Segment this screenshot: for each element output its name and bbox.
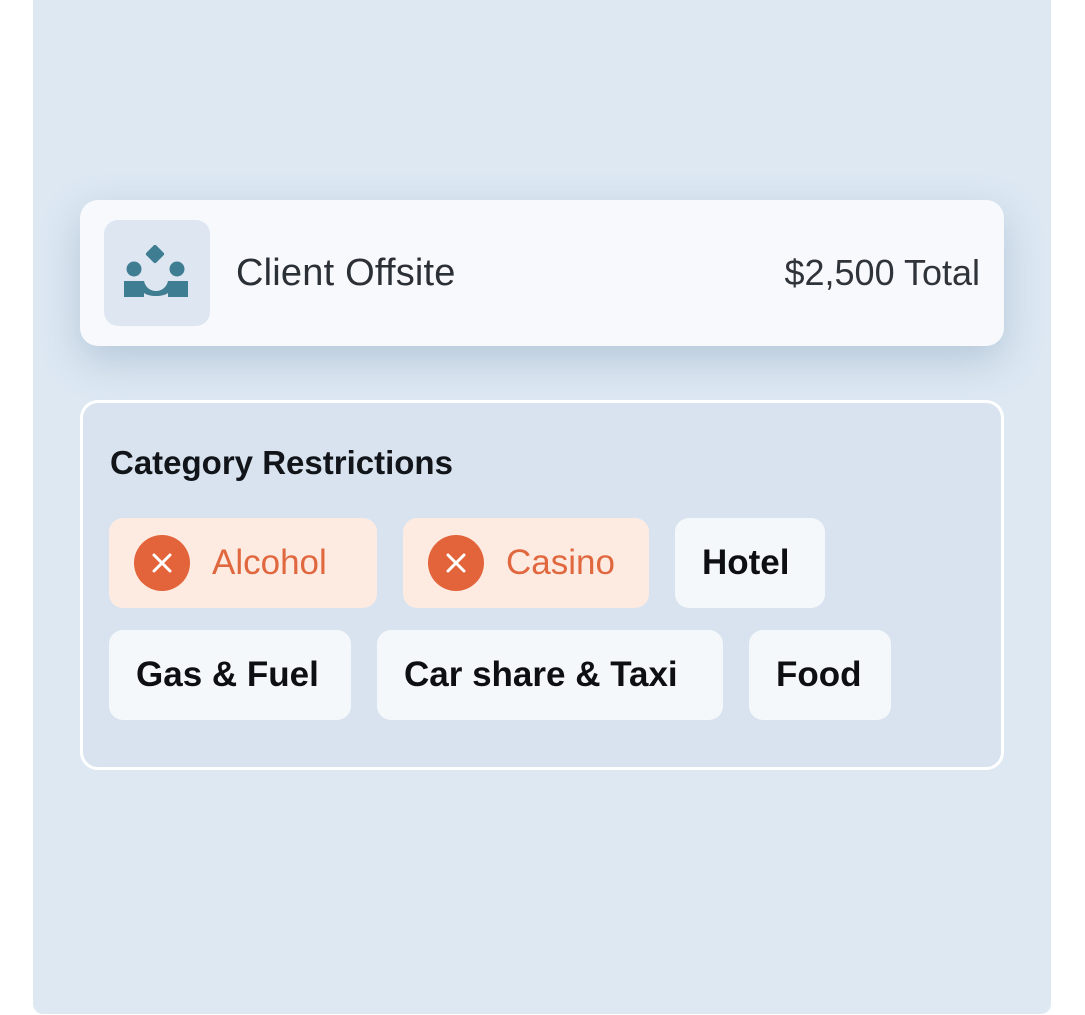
restrictions-title: Category Restrictions (110, 444, 453, 481)
team-icon (124, 245, 188, 297)
budget-card[interactable]: Client Offsite $2,500 Total (80, 200, 1004, 346)
budget-title: Client Offsite (236, 252, 456, 294)
chip-label: Gas & Fuel (136, 655, 319, 694)
chip-label: Casino (506, 543, 615, 582)
category-restrictions-panel: Category Restrictions Alcohol Casino Hot… (80, 400, 1004, 770)
close-circle-icon[interactable] (428, 535, 484, 591)
chip-casino[interactable]: Casino (403, 518, 649, 608)
budget-icon-tile (104, 220, 210, 326)
chip-label: Hotel (702, 543, 790, 582)
chip-label: Alcohol (212, 543, 327, 582)
chip-gas-fuel[interactable]: Gas & Fuel (109, 630, 351, 720)
chip-label: Food (776, 655, 862, 694)
chip-alcohol[interactable]: Alcohol (109, 518, 377, 608)
chip-food[interactable]: Food (749, 630, 891, 720)
chip-car-share-taxi[interactable]: Car share & Taxi (377, 630, 723, 720)
chip-label: Car share & Taxi (404, 655, 678, 694)
close-circle-icon[interactable] (134, 535, 190, 591)
budget-total: $2,500 Total (784, 252, 980, 293)
chip-hotel[interactable]: Hotel (675, 518, 825, 608)
